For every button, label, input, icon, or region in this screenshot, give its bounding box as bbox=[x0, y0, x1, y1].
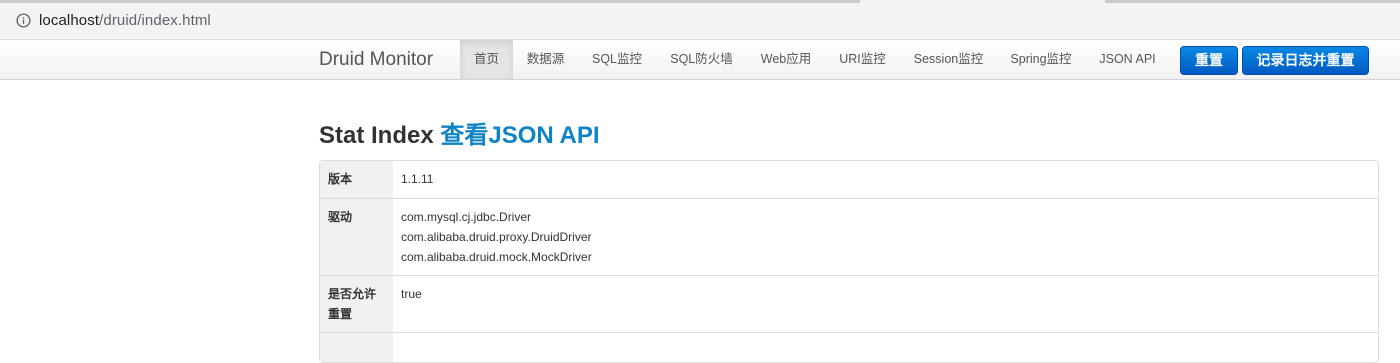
top-navbar: Druid Monitor 首页 数据源 SQL监控 SQL防火墙 Web应用 … bbox=[0, 40, 1400, 80]
nav-item-uri-monitor[interactable]: URI监控 bbox=[825, 40, 900, 79]
version-key: 版本 bbox=[320, 161, 393, 198]
nav-item-datasource[interactable]: 数据源 bbox=[513, 40, 578, 79]
nav-item-session-monitor[interactable]: Session监控 bbox=[900, 40, 997, 79]
nav-item-sql-monitor[interactable]: SQL监控 bbox=[578, 40, 656, 79]
page-title: Stat Index 查看JSON API bbox=[319, 115, 600, 150]
nav-item-sql-firewall[interactable]: SQL防火墙 bbox=[656, 40, 747, 79]
driver-key: 驱动 bbox=[320, 198, 393, 275]
allow-reset-key-line1: 是否允许 bbox=[328, 287, 377, 301]
nav-item-home[interactable]: 首页 bbox=[460, 40, 513, 79]
table-row bbox=[320, 332, 1378, 362]
nav-item-json-api[interactable]: JSON API bbox=[1085, 40, 1170, 79]
browser-tab-edge bbox=[1105, 0, 1400, 3]
next-row-key bbox=[320, 332, 393, 362]
view-json-api-link[interactable]: 查看JSON API bbox=[440, 122, 599, 149]
driver-value: com.alibaba.druid.proxy.DruidDriver bbox=[401, 230, 592, 244]
url-field[interactable]: localhost/druid/index.html bbox=[39, 12, 211, 29]
stat-table: 版本 1.1.11 驱动 com.mysql.cj.jdbc.Driver co… bbox=[319, 160, 1379, 363]
reset-button[interactable]: 重置 bbox=[1180, 46, 1238, 75]
page-title-text: Stat Index bbox=[319, 122, 434, 149]
log-and-reset-button[interactable]: 记录日志并重置 bbox=[1242, 46, 1369, 75]
version-value: 1.1.11 bbox=[401, 172, 434, 186]
browser-address-bar: localhost/druid/index.html bbox=[0, 0, 1400, 40]
next-row-value bbox=[393, 332, 1378, 362]
driver-value: com.mysql.cj.jdbc.Driver bbox=[401, 210, 532, 224]
nav-item-web-app[interactable]: Web应用 bbox=[747, 40, 825, 79]
table-row: 版本 1.1.11 bbox=[320, 161, 1378, 198]
allow-reset-key-line2: 重置 bbox=[328, 307, 353, 321]
info-icon[interactable] bbox=[16, 13, 31, 28]
browser-tab-edge bbox=[0, 0, 860, 3]
url-host: localhost bbox=[39, 12, 100, 29]
driver-value: com.alibaba.druid.mock.MockDriver bbox=[401, 250, 592, 264]
brand-title[interactable]: Druid Monitor bbox=[319, 49, 433, 71]
allow-reset-value: true bbox=[393, 275, 1378, 332]
table-row: 是否允许 重置 true bbox=[320, 275, 1378, 332]
url-path: /druid/index.html bbox=[99, 12, 211, 29]
driver-values: com.mysql.cj.jdbc.Driver com.alibaba.dru… bbox=[393, 198, 1378, 275]
table-row: 驱动 com.mysql.cj.jdbc.Driver com.alibaba.… bbox=[320, 198, 1378, 275]
nav-item-spring-monitor[interactable]: Spring监控 bbox=[997, 40, 1085, 79]
allow-reset-key: 是否允许 重置 bbox=[320, 275, 393, 332]
